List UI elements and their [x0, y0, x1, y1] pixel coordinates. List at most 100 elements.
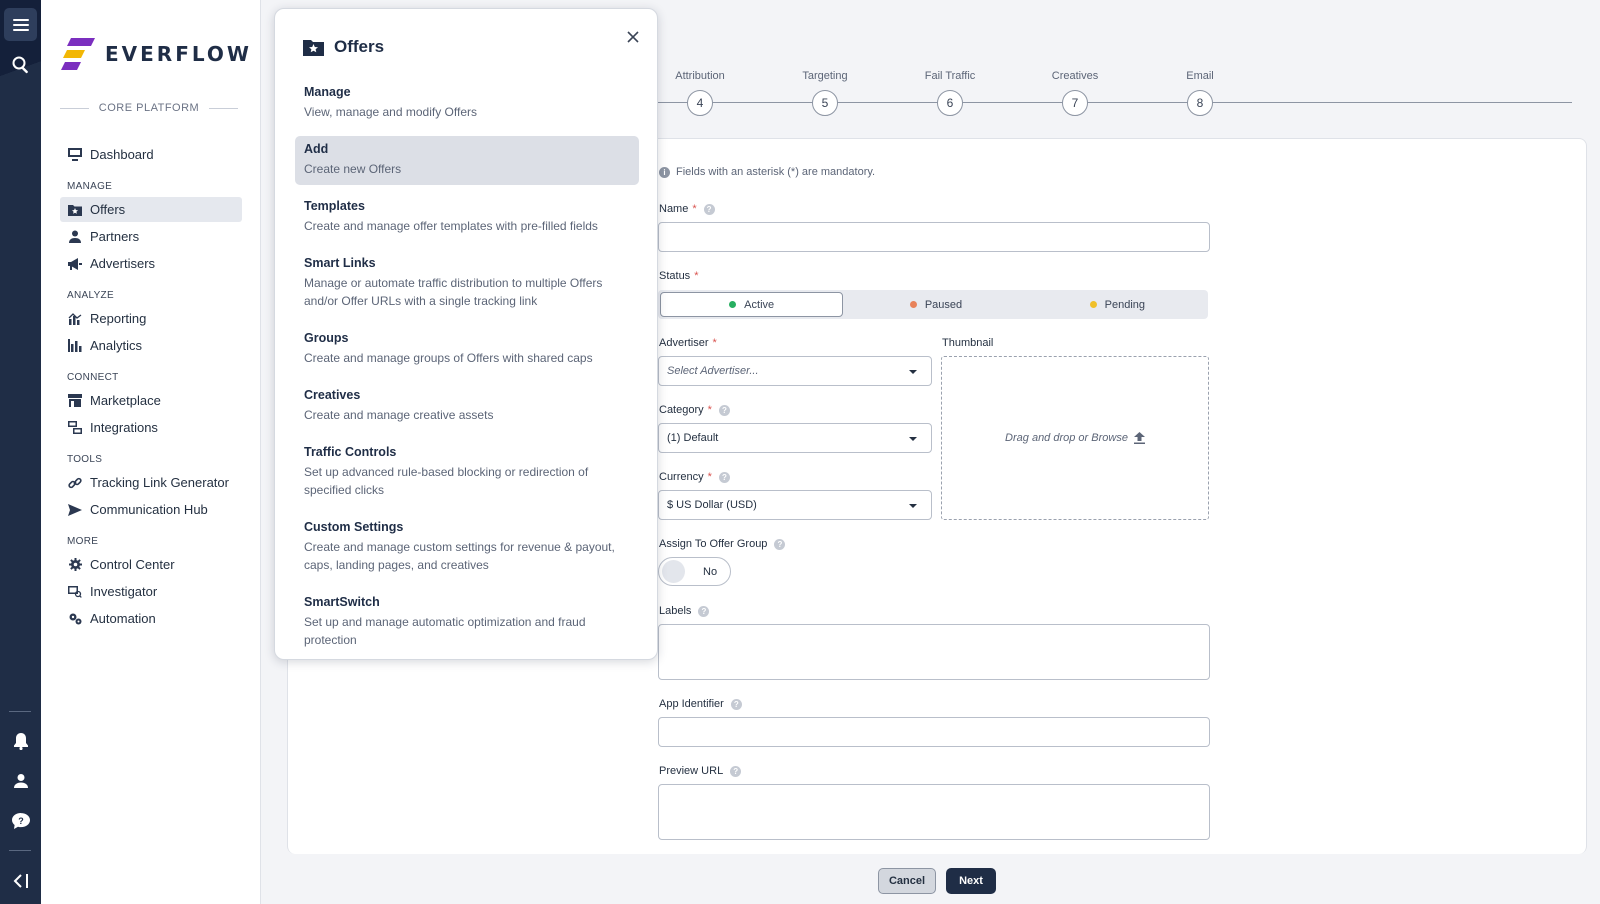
- menu-item-custom-settings[interactable]: Custom Settings Create and manage custom…: [295, 514, 639, 581]
- sidebar-item-reporting[interactable]: Reporting: [60, 306, 242, 331]
- close-icon[interactable]: [623, 27, 643, 47]
- status-option-paused[interactable]: Paused: [845, 290, 1026, 319]
- app-identifier-input[interactable]: [658, 717, 1210, 747]
- sidebar: EVERFLOW CORE PLATFORM Dashboard MANAGE …: [41, 0, 261, 904]
- platform-label: CORE PLATFORM: [60, 102, 239, 114]
- sidebar-item-label: Automation: [90, 611, 156, 626]
- preview-url-label: Preview URL ?: [659, 765, 742, 777]
- help-icon[interactable]: ?: [703, 203, 715, 215]
- megaphone-icon: [68, 257, 82, 271]
- help-icon[interactable]: ?: [774, 538, 786, 550]
- toggle-knob: [662, 560, 685, 583]
- category-label: Category * ?: [659, 404, 730, 416]
- help-icon[interactable]: ?: [698, 605, 710, 617]
- sidebar-item-dashboard[interactable]: Dashboard: [60, 142, 242, 167]
- menu-item-creatives[interactable]: Creatives Create and manage creative ass…: [295, 382, 639, 431]
- nav-section-tools: TOOLS: [67, 454, 103, 465]
- step-attribution[interactable]: Attribution 4: [660, 70, 740, 116]
- user-icon[interactable]: [4, 764, 37, 797]
- menu-item-add[interactable]: Add Create new Offers: [295, 136, 639, 185]
- platform-label-text: CORE PLATFORM: [98, 102, 200, 114]
- menu-item-title: Manage: [304, 85, 351, 99]
- menu-item-traffic-controls[interactable]: Traffic Controls Set up advanced rule-ba…: [295, 439, 639, 506]
- menu-item-groups[interactable]: Groups Create and manage groups of Offer…: [295, 325, 639, 374]
- sidebar-item-tracking-link-generator[interactable]: Tracking Link Generator: [60, 470, 242, 495]
- rail-divider: [9, 711, 31, 712]
- sidebar-item-communication-hub[interactable]: Communication Hub: [60, 497, 242, 522]
- mandatory-note: i Fields with an asterisk (*) are mandat…: [659, 166, 875, 178]
- labels-label: Labels ?: [659, 605, 710, 617]
- status-option-pending[interactable]: Pending: [1027, 290, 1208, 319]
- labels-input[interactable]: [658, 624, 1210, 680]
- status-dot-icon: [1089, 301, 1097, 308]
- logo-mark-icon: [61, 38, 95, 70]
- sidebar-item-label: Analytics: [90, 338, 143, 353]
- sidebar-item-integrations[interactable]: Integrations: [60, 415, 242, 440]
- thumbnail-dropzone[interactable]: Drag and drop or Browse: [941, 356, 1209, 520]
- name-input[interactable]: [658, 222, 1210, 252]
- offers-menu-panel: Offers Manage View, manage and modify Of…: [274, 8, 658, 660]
- sidebar-item-partners[interactable]: Partners: [60, 224, 242, 249]
- step-label: Attribution: [675, 70, 725, 82]
- next-button[interactable]: Next: [946, 868, 996, 894]
- currency-select[interactable]: $ US Dollar (USD): [658, 490, 932, 520]
- caret-down-icon: [909, 370, 917, 374]
- caret-down-icon: [909, 504, 917, 508]
- help-icon[interactable]: ?: [730, 698, 742, 710]
- integrations-icon: [68, 421, 82, 435]
- send-icon: [68, 503, 82, 517]
- category-select[interactable]: (1) Default: [658, 423, 932, 453]
- menu-item-templates[interactable]: Templates Create and manage offer templa…: [295, 193, 639, 242]
- thumbnail-label-text: Thumbnail: [942, 337, 994, 349]
- step-targeting[interactable]: Targeting 5: [785, 70, 865, 116]
- menu-item-description: Set up advanced rule-based blocking or r…: [304, 465, 589, 497]
- thumbnail-label: Thumbnail: [942, 337, 993, 349]
- nav-section-analyze: ANALYZE: [67, 290, 114, 301]
- advertiser-select[interactable]: Select Advertiser...: [658, 356, 932, 386]
- help-icon[interactable]: ?: [730, 765, 742, 777]
- name-label-text: Name: [659, 203, 689, 215]
- menu-item-description: Manage or automate traffic distribution …: [304, 276, 603, 308]
- advertiser-label-text: Advertiser: [659, 337, 709, 349]
- preview-url-input[interactable]: [658, 784, 1210, 840]
- menu-icon[interactable]: [4, 8, 37, 41]
- currency-value: $ US Dollar (USD): [667, 499, 757, 511]
- menu-item-smart-links[interactable]: Smart Links Manage or automate traffic d…: [295, 250, 639, 317]
- analytics-icon: [68, 339, 82, 353]
- sidebar-item-marketplace[interactable]: Marketplace: [60, 388, 242, 413]
- panel-header: Offers: [303, 37, 384, 57]
- step-number: 8: [1187, 90, 1213, 116]
- menu-item-description: Set up and manage automatic optimization…: [304, 615, 586, 647]
- bell-icon[interactable]: [4, 724, 37, 757]
- menu-item-manage[interactable]: Manage View, manage and modify Offers: [295, 79, 639, 128]
- sidebar-item-label: Investigator: [90, 584, 158, 599]
- menu-item-description: Create and manage custom settings for re…: [304, 540, 615, 572]
- help-icon[interactable]: ?: [4, 804, 37, 837]
- category-label-text: Category: [659, 404, 704, 416]
- sidebar-item-automation[interactable]: Automation: [60, 606, 242, 631]
- sidebar-item-label: Marketplace: [90, 393, 161, 408]
- rail-divider: [9, 850, 31, 851]
- sidebar-item-investigator[interactable]: Investigator: [60, 579, 242, 604]
- sidebar-item-offers[interactable]: Offers: [60, 197, 242, 222]
- person-icon: [68, 230, 82, 244]
- category-value: (1) Default: [667, 432, 719, 444]
- status-option-active[interactable]: Active: [660, 292, 844, 317]
- search-icon[interactable]: [4, 48, 37, 81]
- sidebar-item-advertisers[interactable]: Advertisers: [60, 251, 242, 276]
- offer-group-toggle[interactable]: No: [658, 557, 731, 586]
- cancel-button[interactable]: Cancel: [878, 868, 936, 894]
- step-creatives[interactable]: Creatives 7: [1035, 70, 1115, 116]
- step-email[interactable]: Email 8: [1160, 70, 1240, 116]
- step-fail-traffic[interactable]: Fail Traffic 6: [910, 70, 990, 116]
- status-option-label: Pending: [1104, 298, 1145, 311]
- menu-item-smartswitch[interactable]: SmartSwitch Set up and manage automatic …: [295, 589, 639, 656]
- collapse-icon[interactable]: [4, 864, 37, 897]
- menu-item-title: Traffic Controls: [304, 445, 397, 459]
- currency-label: Currency * ?: [659, 471, 730, 483]
- help-icon[interactable]: ?: [718, 471, 730, 483]
- sidebar-item-control-center[interactable]: Control Center: [60, 552, 242, 577]
- everflow-logo[interactable]: EVERFLOW: [61, 38, 252, 70]
- help-icon[interactable]: ?: [718, 404, 730, 416]
- sidebar-item-analytics[interactable]: Analytics: [60, 333, 242, 358]
